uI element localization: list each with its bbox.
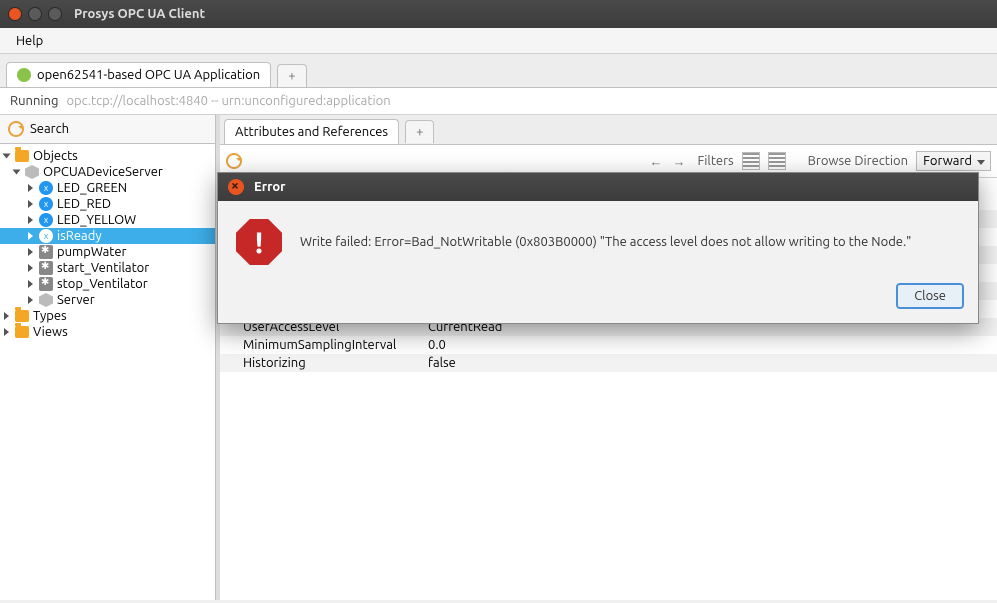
tree-node-stop-ventilator[interactable]: stop_Ventilator [0,276,215,292]
variable-icon: x [39,197,53,211]
menu-bar: Help [0,28,997,54]
filters-label: Filters [697,154,733,168]
dialog-close-icon[interactable] [228,179,244,195]
error-dialog: Error ! Write failed: Error=Bad_NotWrita… [217,172,979,324]
window-titlebar: Prosys OPC UA Client [0,0,997,28]
address-space-tree: Objects OPCUADeviceServer xLED_GREEN xLE… [0,144,215,600]
dialog-title: Error [254,180,286,194]
tree-node-server[interactable]: Server [0,292,215,308]
search-label: Search [30,122,69,136]
object-icon [25,165,39,179]
refresh-attributes-icon[interactable] [226,153,242,169]
connection-status-bar: Running opc.tcp://localhost:4840 -- urn:… [0,88,997,115]
tree-node-deviceserver[interactable]: OPCUADeviceServer [0,164,215,180]
connection-tab-label: open62541-based OPC UA Application [37,68,260,82]
dialog-body: ! Write failed: Error=Bad_NotWritable (0… [218,201,978,275]
tab-attributes-references[interactable]: Attributes and References [224,119,399,144]
connection-status-icon [17,68,31,82]
connection-state: Running [10,94,58,108]
tree-node-types[interactable]: Types [0,308,215,324]
folder-icon [15,326,29,338]
connection-url: opc.tcp://localhost:4840 -- urn:unconfig… [66,94,390,108]
method-icon [39,277,53,291]
browse-direction-select[interactable]: Forward [916,151,991,171]
nav-forward-icon[interactable]: → [668,152,689,171]
error-icon: ! [236,219,282,265]
dialog-message: Write failed: Error=Bad_NotWritable (0x8… [300,235,960,249]
window-max-button[interactable] [48,7,62,21]
menu-help[interactable]: Help [8,30,51,52]
window-controls [8,7,62,21]
filter-button-1[interactable] [742,152,760,170]
filter-button-2[interactable] [768,152,786,170]
search-header: Search [0,115,215,144]
tree-node-pumpwater[interactable]: pumpWater [0,244,215,260]
attributes-tab-bar: Attributes and References + [220,115,997,145]
dialog-footer: Close [218,275,978,323]
method-icon [39,261,53,275]
window-title: Prosys OPC UA Client [74,7,205,21]
dialog-titlebar[interactable]: Error [218,173,978,201]
tree-node-isready[interactable]: xisReady [0,228,215,244]
address-space-pane: Search Objects OPCUADeviceServer xLED_GR… [0,115,216,600]
variable-icon: x [39,213,53,227]
connection-tab-bar: open62541-based OPC UA Application + [0,54,997,88]
nav-back-icon[interactable]: ← [645,152,666,171]
window-close-button[interactable] [8,7,22,21]
window-min-button[interactable] [28,7,42,21]
browse-direction-label: Browse Direction [808,154,908,168]
attr-row[interactable]: Historizingfalse [220,354,997,372]
tree-node-led-yellow[interactable]: xLED_YELLOW [0,212,215,228]
add-attributes-tab[interactable]: + [405,120,434,143]
add-connection-tab[interactable]: + [277,64,306,87]
folder-icon [15,150,29,162]
refresh-icon[interactable] [8,121,24,137]
variable-icon: x [39,181,53,195]
folder-icon [15,310,29,322]
object-icon [39,293,53,307]
nav-arrows: ← → [645,152,689,171]
variable-icon: x [39,229,53,243]
connection-tab[interactable]: open62541-based OPC UA Application [6,62,271,87]
tree-node-led-red[interactable]: xLED_RED [0,196,215,212]
tree-node-start-ventilator[interactable]: start_Ventilator [0,260,215,276]
tree-node-views[interactable]: Views [0,324,215,340]
tree-node-objects[interactable]: Objects [0,148,215,164]
method-icon [39,245,53,259]
attr-row[interactable]: MinimumSamplingInterval0.0 [220,336,997,354]
tree-node-led-green[interactable]: xLED_GREEN [0,180,215,196]
close-button[interactable]: Close [896,283,964,309]
